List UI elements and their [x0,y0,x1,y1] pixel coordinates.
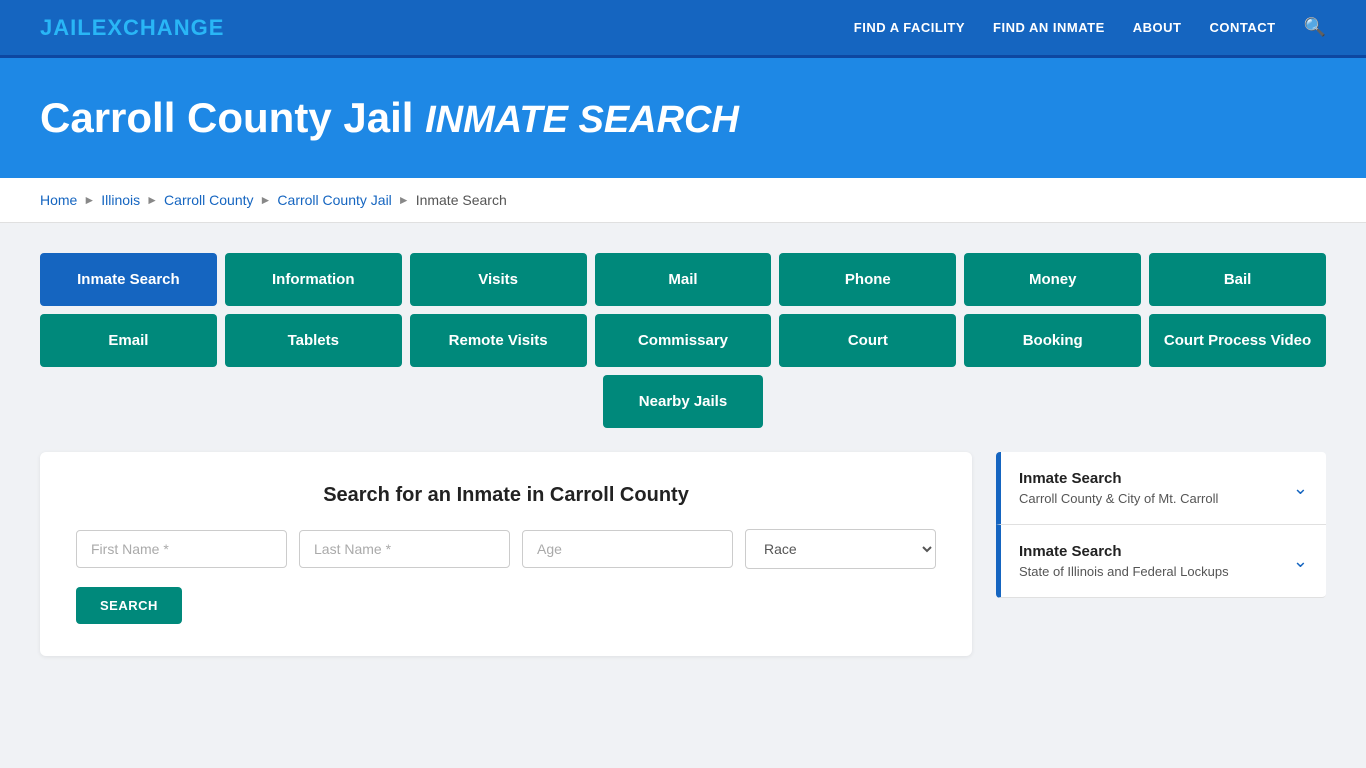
breadcrumb-carroll-county-jail[interactable]: Carroll County Jail [277,192,391,208]
nav-contact[interactable]: CONTACT [1209,20,1275,35]
sidebar-card-illinois-subtitle: State of Illinois and Federal Lockups [1019,564,1229,579]
navbar: JAILEXCHANGE FIND A FACILITY FIND AN INM… [0,0,1366,58]
breadcrumb-current: Inmate Search [416,192,507,208]
nav-button-row2: Email Tablets Remote Visits Commissary C… [40,314,1326,367]
btn-phone[interactable]: Phone [779,253,956,306]
nav-button-row3: Nearby Jails [40,375,1326,428]
race-select[interactable]: Race White Black Hispanic Asian Other [745,529,936,569]
nav-find-inmate[interactable]: FIND AN INMATE [993,20,1105,35]
search-button[interactable]: SEARCH [76,587,182,624]
nav-links: FIND A FACILITY FIND AN INMATE ABOUT CON… [854,17,1326,38]
sidebar-card-carroll-county[interactable]: Inmate Search Carroll County & City of M… [996,452,1326,525]
breadcrumb-sep-1: ► [83,193,95,207]
breadcrumb-illinois[interactable]: Illinois [101,192,140,208]
btn-visits[interactable]: Visits [410,253,587,306]
page-title: Carroll County Jail INMATE SEARCH [40,94,1326,142]
hero-title-sub: INMATE SEARCH [425,99,739,141]
btn-mail[interactable]: Mail [595,253,772,306]
breadcrumb-carroll-county[interactable]: Carroll County [164,192,253,208]
nav-about[interactable]: ABOUT [1133,20,1182,35]
btn-remote-visits[interactable]: Remote Visits [410,314,587,367]
search-icon[interactable]: 🔍 [1304,17,1326,38]
breadcrumb-home[interactable]: Home [40,192,77,208]
sidebar-cards: Inmate Search Carroll County & City of M… [996,452,1326,598]
main-content: Inmate Search Information Visits Mail Ph… [0,223,1366,686]
breadcrumb: Home ► Illinois ► Carroll County ► Carro… [0,178,1366,223]
btn-court[interactable]: Court [779,314,956,367]
sidebar-card-illinois-text: Inmate Search State of Illinois and Fede… [1019,543,1229,579]
sidebar-card-carroll-subtitle: Carroll County & City of Mt. Carroll [1019,491,1218,506]
breadcrumb-sep-3: ► [260,193,272,207]
btn-inmate-search[interactable]: Inmate Search [40,253,217,306]
nav-find-facility[interactable]: FIND A FACILITY [854,20,965,35]
sidebar-card-carroll-title: Inmate Search [1019,470,1218,487]
sidebar-card-illinois-title: Inmate Search [1019,543,1229,560]
search-card-title: Search for an Inmate in Carroll County [76,484,936,507]
btn-email[interactable]: Email [40,314,217,367]
btn-money[interactable]: Money [964,253,1141,306]
hero-title-main: Carroll County Jail [40,94,413,141]
first-name-input[interactable] [76,530,287,568]
last-name-input[interactable] [299,530,510,568]
btn-booking[interactable]: Booking [964,314,1141,367]
age-input[interactable] [522,530,733,568]
chevron-down-icon-2: ⌄ [1293,551,1308,572]
breadcrumb-sep-4: ► [398,193,410,207]
search-form: Race White Black Hispanic Asian Other [76,529,936,569]
site-logo[interactable]: JAILEXCHANGE [40,15,224,41]
lower-section: Search for an Inmate in Carroll County R… [40,452,1326,656]
breadcrumb-sep-2: ► [146,193,158,207]
btn-court-process-video[interactable]: Court Process Video [1149,314,1326,367]
logo-jail: JAIL [40,15,92,40]
chevron-down-icon: ⌄ [1293,478,1308,499]
btn-bail[interactable]: Bail [1149,253,1326,306]
btn-nearby-jails[interactable]: Nearby Jails [603,375,763,428]
hero-banner: Carroll County Jail INMATE SEARCH [0,58,1366,178]
logo-exchange: EXCHANGE [92,15,225,40]
nav-button-row1: Inmate Search Information Visits Mail Ph… [40,253,1326,306]
btn-information[interactable]: Information [225,253,402,306]
btn-tablets[interactable]: Tablets [225,314,402,367]
sidebar-card-carroll-text: Inmate Search Carroll County & City of M… [1019,470,1218,506]
sidebar-card-illinois-federal[interactable]: Inmate Search State of Illinois and Fede… [996,525,1326,598]
btn-commissary[interactable]: Commissary [595,314,772,367]
search-card: Search for an Inmate in Carroll County R… [40,452,972,656]
